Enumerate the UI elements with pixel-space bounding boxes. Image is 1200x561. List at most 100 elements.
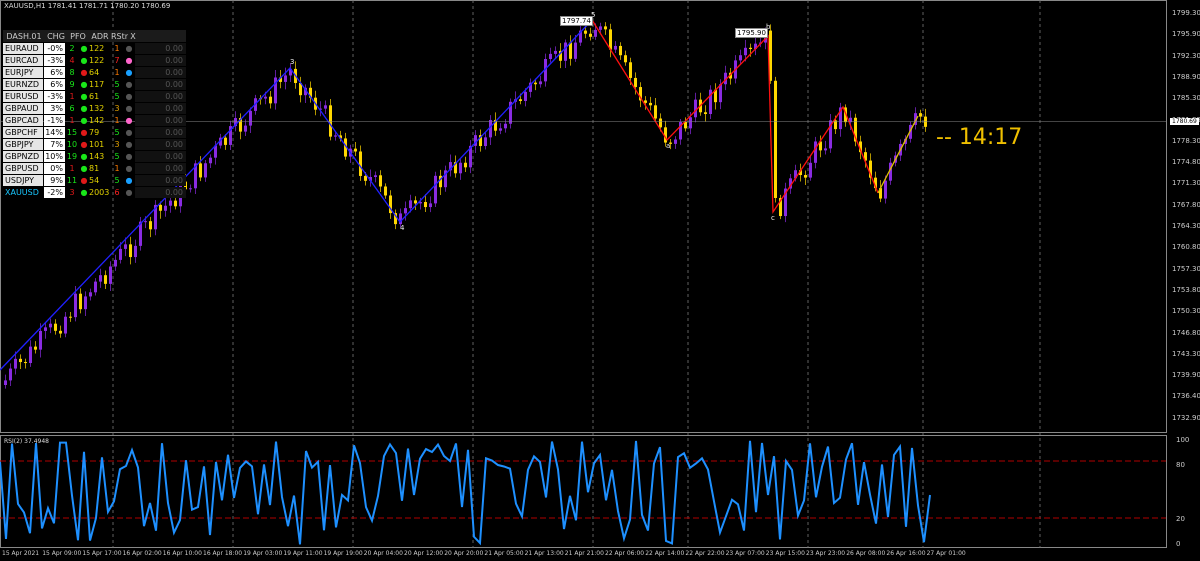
row-value: 0.00 bbox=[135, 114, 186, 126]
candle-body bbox=[129, 244, 132, 258]
candle-body bbox=[119, 248, 122, 260]
wave-label-a: a bbox=[666, 142, 671, 150]
row-symbol[interactable]: EURUSD bbox=[3, 90, 43, 102]
candle-body bbox=[399, 213, 402, 225]
row-symbol[interactable]: EURCAD bbox=[3, 54, 43, 66]
row-symbol[interactable]: GBPUSD bbox=[3, 162, 43, 174]
status-dot-icon: ● bbox=[80, 127, 88, 137]
row-pfo: 10 bbox=[66, 139, 78, 149]
candle-body bbox=[169, 200, 172, 206]
time-tick-label: 19 Apr 11:00 bbox=[283, 550, 323, 557]
dashboard-row[interactable]: EURAUD -0% 2 ● 122 1 ● 0.00 bbox=[3, 42, 186, 54]
price-tick-label: 1774.80 bbox=[1172, 158, 1200, 167]
row-symbol[interactable]: EURJPY bbox=[3, 66, 43, 78]
candle-body bbox=[619, 45, 622, 56]
candle-body bbox=[499, 128, 502, 131]
dashboard-row[interactable]: XAUUSD -2% 3 ● 2003 6 ● 0.00 bbox=[3, 186, 186, 198]
status-dot-icon: ● bbox=[80, 187, 88, 197]
row-change: -3% bbox=[44, 54, 65, 66]
row-symbol[interactable]: GBPNZD bbox=[3, 150, 43, 162]
price-tick-label: 1732.90 bbox=[1172, 413, 1200, 422]
row-value: 0.00 bbox=[135, 54, 186, 66]
candle-body bbox=[674, 139, 677, 144]
chart-window[interactable]: XAUUSD,H1 1781.41 1781.71 1780.20 1780.6… bbox=[0, 0, 1200, 561]
time-tick-label: 21 Apr 21:00 bbox=[564, 550, 604, 557]
row-rstr: 1 bbox=[114, 163, 120, 173]
dashboard-row[interactable]: GBPNZD 10% 19 ● 143 5 ● 0.00 bbox=[3, 150, 186, 162]
candle-body bbox=[24, 362, 27, 364]
candle-body bbox=[689, 117, 692, 129]
dashboard-row[interactable]: GBPCHF 14% 15 ● 79 5 ● 0.00 bbox=[3, 126, 186, 138]
row-symbol[interactable]: GBPCHF bbox=[3, 126, 43, 138]
status-dot-icon: ● bbox=[80, 67, 88, 77]
wave-5-price-box: 1797.74 bbox=[560, 16, 593, 26]
candle-body bbox=[599, 26, 602, 30]
row-change: 10% bbox=[44, 150, 65, 162]
price-tick-label: 1757.30 bbox=[1172, 264, 1200, 273]
row-value: 0.00 bbox=[135, 162, 186, 174]
row-pfo: 2 bbox=[69, 43, 75, 53]
row-symbol[interactable]: EURAUD bbox=[3, 42, 43, 54]
time-tick-label: 21 Apr 13:00 bbox=[524, 550, 564, 557]
signal-dot-icon: ● bbox=[125, 55, 133, 65]
row-rstr: 5 bbox=[114, 127, 120, 137]
candle-body bbox=[614, 45, 617, 50]
signal-dot-icon: ● bbox=[125, 91, 133, 101]
dashboard-row[interactable]: GBPJPY 7% 10 ● 101 3 ● 0.00 bbox=[3, 138, 186, 150]
row-symbol[interactable]: XAUUSD bbox=[3, 186, 43, 198]
dashboard-row[interactable]: GBPAUD 3% 6 ● 132 3 ● 0.00 bbox=[3, 102, 186, 114]
candle-body bbox=[124, 244, 127, 249]
candle-body bbox=[144, 221, 147, 223]
dashboard-row[interactable]: EURNZD 6% 9 ● 117 5 ● 0.00 bbox=[3, 78, 186, 90]
header-adr: ADR bbox=[91, 31, 109, 41]
candle-body bbox=[204, 163, 207, 178]
price-tick-label: 1767.80 bbox=[1172, 200, 1200, 209]
time-tick-label: 23 Apr 23:00 bbox=[806, 550, 846, 557]
time-tick-label: 15 Apr 2021 bbox=[2, 550, 40, 557]
row-rstr: 3 bbox=[114, 103, 120, 113]
row-symbol[interactable]: GBPCAD bbox=[3, 114, 43, 126]
time-tick-label: 20 Apr 20:00 bbox=[444, 550, 484, 557]
status-dot-icon: ● bbox=[80, 43, 88, 53]
price-tick-label: 1739.90 bbox=[1172, 371, 1200, 380]
row-symbol[interactable]: EURNZD bbox=[3, 78, 43, 90]
candle-body bbox=[79, 293, 82, 310]
candle-body bbox=[4, 380, 7, 385]
row-symbol[interactable]: USDJPY bbox=[3, 174, 43, 186]
rsi-level-label: 80 bbox=[1176, 461, 1185, 469]
row-pfo: 11 bbox=[66, 175, 78, 185]
rsi-level-label: 100 bbox=[1176, 436, 1190, 444]
row-symbol[interactable]: GBPJPY bbox=[3, 138, 43, 150]
rsi-title: RSI(2) 37.4948 bbox=[4, 438, 49, 445]
candle-body bbox=[69, 316, 72, 318]
candle-body bbox=[284, 75, 287, 82]
candle-timer: -- 14:17 bbox=[936, 125, 1023, 150]
candle-body bbox=[594, 29, 597, 37]
candle-body bbox=[114, 259, 117, 267]
dashboard-row[interactable]: EURCAD -3% 4 ● 122 7 ● 0.00 bbox=[3, 54, 186, 66]
row-pfo: 19 bbox=[66, 151, 78, 161]
dashboard-row[interactable]: EURUSD -3% 1 ● 61 5 ● 0.00 bbox=[3, 90, 186, 102]
signal-dot-icon: ● bbox=[125, 163, 133, 173]
dashboard-row[interactable]: USDJPY 9% 11 ● 54 5 ● 0.00 bbox=[3, 174, 186, 186]
dashboard-row[interactable]: EURJPY 6% 8 ● 64 1 ● 0.00 bbox=[3, 66, 186, 78]
dashboard-row[interactable]: GBPUSD 0% 1 ● 81 1 ● 0.00 bbox=[3, 162, 186, 174]
candle-body bbox=[739, 55, 742, 61]
row-adr: 122 bbox=[89, 43, 105, 53]
row-adr: 61 bbox=[89, 91, 100, 101]
row-value: 0.00 bbox=[135, 78, 186, 90]
row-symbol[interactable]: GBPAUD bbox=[3, 102, 43, 114]
candle-body bbox=[109, 266, 112, 284]
candle-body bbox=[199, 163, 202, 178]
close-button[interactable]: X bbox=[127, 32, 139, 41]
header-rstr: RStr bbox=[111, 31, 129, 41]
row-value: 0.00 bbox=[135, 126, 186, 138]
candle-body bbox=[624, 55, 627, 63]
dashboard-row[interactable]: GBPCAD -1% 1 ● 142 1 ● 0.00 bbox=[3, 114, 186, 126]
candle-body bbox=[64, 316, 67, 334]
row-change: 3% bbox=[44, 102, 65, 114]
row-adr: 117 bbox=[89, 79, 105, 89]
candle-body bbox=[629, 62, 632, 78]
time-tick-label: 27 Apr 01:00 bbox=[926, 550, 966, 557]
price-tick-label: 1788.90 bbox=[1172, 72, 1200, 81]
